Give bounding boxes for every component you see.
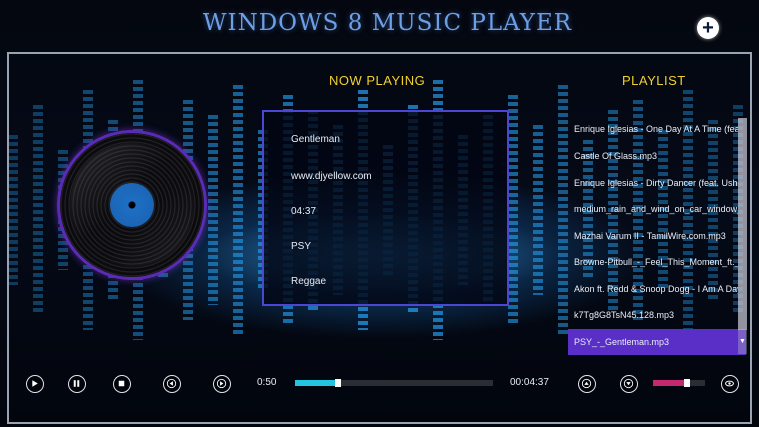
playlist-heading: PLAYLIST	[622, 73, 686, 88]
song-source: www.djyellow.com	[291, 171, 372, 182]
move-down-button[interactable]	[620, 375, 638, 393]
playlist-item[interactable]: Mazhai Varum II - TamilWire.com.mp3	[568, 223, 738, 249]
eye-icon	[725, 380, 734, 387]
volume-slider[interactable]	[653, 379, 705, 387]
now-playing-heading: NOW PLAYING	[329, 73, 426, 88]
stop-icon	[118, 380, 125, 387]
volume-level	[653, 380, 684, 386]
playlist-item[interactable]: medium_rain_and_wind_on_car_window_in	[568, 196, 738, 222]
move-up-button[interactable]	[578, 375, 596, 393]
playlist-item[interactable]: Browne-Pitbull_-_Feel_This_Moment_ft._C	[568, 249, 738, 275]
play-icon	[32, 380, 38, 387]
playlist: Enrique Iglesias - One Day At A Time (fe…	[568, 115, 748, 355]
scrollbar-thumb[interactable]	[738, 118, 747, 330]
song-artist: PSY	[291, 241, 312, 252]
pause-icon	[73, 380, 80, 387]
pause-button[interactable]	[68, 375, 86, 393]
previous-icon	[166, 378, 177, 389]
plus-circle-icon: +	[702, 17, 714, 39]
seek-bar[interactable]	[295, 379, 493, 387]
elapsed-time: 0:50	[257, 377, 277, 388]
now-playing-panel: Gentleman www.djyellow.com 04:37 PSY Reg…	[262, 110, 509, 306]
total-time: 00:04:37	[510, 377, 549, 388]
music-player-window: WINDOWS 8 MUSIC PLAYER + NOW PLAYING PLA…	[0, 0, 759, 427]
playlist-item[interactable]: Enrique Iglesias - Dirty Dancer (feat. U…	[568, 170, 738, 196]
seek-progress	[295, 380, 335, 386]
playlist-item[interactable]: Castle Of Glass.mp3	[568, 143, 738, 169]
scroll-down-icon[interactable]: ▼	[738, 336, 747, 348]
app-title: WINDOWS 8 MUSIC PLAYER	[202, 10, 573, 36]
play-button[interactable]	[26, 375, 44, 393]
playlist-item[interactable]: Enrique Iglesias - One Day At A Time (fe…	[568, 116, 738, 142]
playlist-item[interactable]: k7Tg8G8TsN45.128.mp3	[568, 302, 738, 328]
playlist-item-selected[interactable]: PSY_-_Gentleman.mp3	[568, 329, 746, 355]
move-up-icon	[581, 378, 592, 389]
stop-button[interactable]	[113, 375, 131, 393]
next-button[interactable]	[213, 375, 231, 393]
move-down-icon	[623, 378, 634, 389]
song-duration: 04:37	[291, 206, 317, 217]
playlist-item[interactable]: Akon ft. Redd & Snoop Dogg - I Am A Day	[568, 276, 738, 302]
vinyl-shine	[70, 143, 194, 267]
previous-button[interactable]	[163, 375, 181, 393]
next-icon	[216, 378, 227, 389]
song-title: Gentleman	[291, 134, 340, 145]
vinyl-record-icon	[57, 130, 207, 280]
seek-thumb[interactable]	[335, 379, 341, 387]
add-button[interactable]: +	[697, 17, 719, 39]
playlist-scrollbar[interactable]	[738, 118, 747, 354]
song-genre: Reggae	[291, 276, 327, 287]
volume-thumb[interactable]	[684, 379, 690, 387]
visibility-button[interactable]	[721, 375, 739, 393]
